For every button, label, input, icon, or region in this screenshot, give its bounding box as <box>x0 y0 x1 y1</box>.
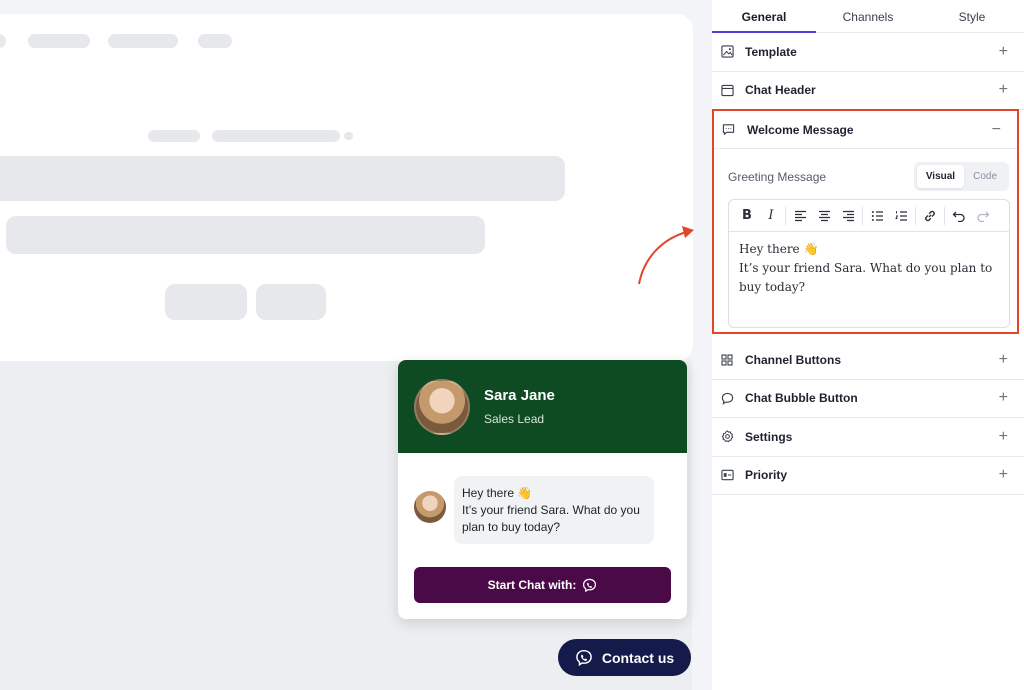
expand-icon[interactable]: + <box>999 466 1008 484</box>
gear-icon <box>720 430 734 444</box>
expand-icon[interactable]: + <box>999 389 1008 407</box>
section-label: Template <box>745 44 797 59</box>
agent-avatar <box>414 378 470 435</box>
greeting-row: Greeting Message Visual Code <box>728 162 1009 191</box>
chat-widget-header: Sara Jane Sales Lead <box>398 360 687 453</box>
mock-page-skeleton <box>0 14 693 361</box>
section-template[interactable]: Template + <box>712 33 1024 72</box>
section-label: Chat Header <box>745 83 816 98</box>
editor-mode-toggle: Visual Code <box>913 162 1009 191</box>
tab-general[interactable]: General <box>712 0 816 33</box>
start-chat-label: Start Chat with: <box>487 578 577 592</box>
greeting-editor-content[interactable]: Hey there 👋 It’s your friend Sara. What … <box>729 232 1009 305</box>
section-settings[interactable]: Settings + <box>712 418 1024 457</box>
message-square-icon <box>722 123 736 137</box>
bold-icon[interactable]: B <box>735 204 759 228</box>
agent-role: Sales Lead <box>484 412 545 426</box>
priority-icon <box>720 468 734 482</box>
editor-toolbar: B I <box>729 200 1009 232</box>
undo-icon[interactable] <box>947 204 971 228</box>
skeleton-heading <box>0 156 565 201</box>
expand-icon[interactable]: + <box>999 81 1008 99</box>
expand-icon[interactable]: + <box>999 351 1008 369</box>
section-priority[interactable]: Priority + <box>712 457 1024 495</box>
skeleton-breadcrumb <box>212 130 340 142</box>
skeleton-nav-item <box>198 34 232 48</box>
grid-icon <box>720 353 734 367</box>
code-mode-tab[interactable]: Code <box>964 165 1006 188</box>
section-label: Settings <box>745 429 793 444</box>
tab-style[interactable]: Style <box>920 0 1024 32</box>
agent-avatar-small <box>414 491 446 523</box>
skeleton-button <box>165 284 247 320</box>
chat-widget-card: Sara Jane Sales Lead Hey there 👋 It’s yo… <box>398 360 687 619</box>
skeleton-button <box>256 284 326 320</box>
numbered-list-icon[interactable] <box>889 204 913 228</box>
skeleton-breadcrumb <box>148 130 200 142</box>
settings-panel: General Channels Style Template + Chat H… <box>712 0 1024 690</box>
welcome-message-bubble: Hey there 👋 It’s your friend Sara. What … <box>454 476 654 544</box>
message-line-1: Hey there 👋 <box>462 486 533 500</box>
editor-line-1: Hey there 👋 <box>739 242 819 256</box>
section-label: Channel Buttons <box>745 352 841 367</box>
section-channel-buttons[interactable]: Channel Buttons + <box>712 341 1024 380</box>
align-left-icon[interactable] <box>788 204 812 228</box>
link-icon[interactable] <box>918 204 942 228</box>
welcome-message-row: Hey there 👋 It’s your friend Sara. What … <box>414 476 654 544</box>
contact-us-label: Contact us <box>601 649 675 666</box>
welcome-message-header[interactable]: Welcome Message − <box>714 111 1017 149</box>
section-label: Priority <box>745 468 788 483</box>
skeleton-dot <box>344 132 353 140</box>
agent-name: Sara Jane <box>484 387 555 404</box>
section-label: Welcome Message <box>747 122 854 137</box>
start-chat-button[interactable]: Start Chat with: <box>414 567 671 603</box>
editor-line-2: It’s your friend Sara. What do you plan … <box>739 261 993 294</box>
settings-tabs: General Channels Style <box>712 0 1024 33</box>
website-preview: Sara Jane Sales Lead Hey there 👋 It’s yo… <box>0 0 712 690</box>
section-chat-header[interactable]: Chat Header + <box>712 72 1024 110</box>
greeting-message-label: Greeting Message <box>728 169 827 184</box>
collapse-icon[interactable]: − <box>992 121 1001 139</box>
window-icon <box>720 83 734 97</box>
section-label: Chat Bubble Button <box>745 391 858 406</box>
italic-icon[interactable]: I <box>759 204 783 228</box>
skeleton-nav-item <box>108 34 178 48</box>
align-right-icon[interactable] <box>836 204 860 228</box>
greeting-editor: B I Hey there 👋 It’s your friend Sara. W… <box>728 199 1010 328</box>
redo-icon[interactable] <box>971 204 995 228</box>
section-chat-bubble-button[interactable]: Chat Bubble Button + <box>712 380 1024 418</box>
viber-icon <box>583 578 597 592</box>
viber-icon <box>576 649 592 666</box>
expand-icon[interactable]: + <box>999 428 1008 446</box>
skeleton-nav-item <box>28 34 90 48</box>
expand-icon[interactable]: + <box>999 43 1008 61</box>
pointer-arrow-icon <box>638 226 694 285</box>
bullet-list-icon[interactable] <box>865 204 889 228</box>
skeleton-nav-item <box>0 34 6 48</box>
section-welcome-message: Welcome Message − Greeting Message Visua… <box>712 109 1019 334</box>
contact-us-bubble-button[interactable]: Contact us <box>558 639 691 676</box>
visual-mode-tab[interactable]: Visual <box>916 165 965 188</box>
chat-bubble-icon <box>720 391 734 405</box>
image-icon <box>720 45 734 59</box>
skeleton-subheading <box>6 216 485 254</box>
message-line-2: It’s your friend Sara. What do you plan … <box>462 503 640 534</box>
align-center-icon[interactable] <box>812 204 836 228</box>
tab-channels[interactable]: Channels <box>816 0 920 32</box>
